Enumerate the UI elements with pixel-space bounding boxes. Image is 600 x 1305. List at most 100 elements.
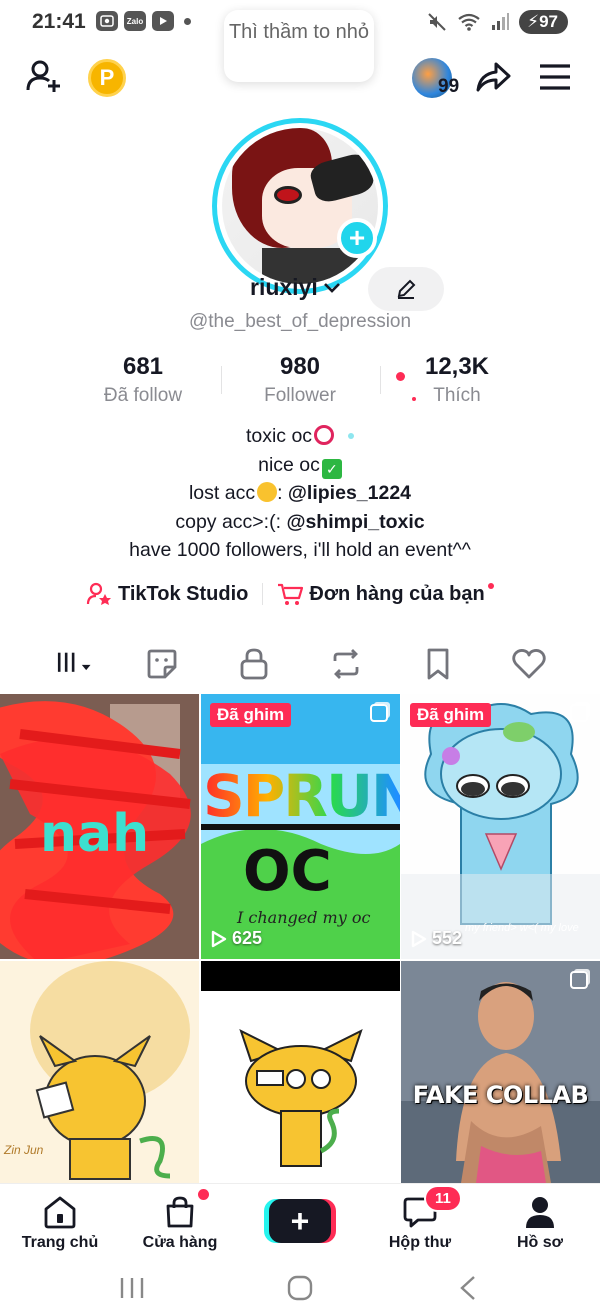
heart-icon: [512, 649, 546, 679]
bottom-navigation: Trang chủ Cửa hàng + Hộp thư Hồ sơ: [0, 1183, 600, 1257]
add-friend-icon[interactable]: [24, 56, 64, 96]
grid-filter-icon: [57, 652, 91, 672]
video-thumbnail[interactable]: FAKE COLLAB: [401, 961, 600, 1183]
friends-count-badge: 99: [438, 76, 460, 97]
video-thumbnail[interactable]: my friend> w<( my love Đã ghim 552: [401, 694, 600, 959]
battery-indicator: ⚡97: [519, 10, 568, 34]
nav-profile[interactable]: Hồ sơ: [480, 1192, 600, 1252]
more-notifications-dot: [184, 17, 191, 25]
content-tabs: [0, 640, 600, 688]
view-count-value: 625: [232, 928, 263, 948]
bio-text: lost acc: [188, 482, 256, 504]
home-icon: [44, 1196, 76, 1229]
shop-notification-dot: [198, 1189, 209, 1200]
tear-smile-icon: [257, 482, 278, 502]
stat-label: Follower: [264, 385, 336, 406]
shopping-bag-icon: [166, 1196, 194, 1228]
username-row[interactable]: riuxiyi: [250, 274, 342, 301]
bio-line: have 1000 followers, i'll hold an event^…: [129, 539, 471, 561]
stat-label: Thích: [433, 385, 481, 406]
profile-links: TikTok Studio Đơn hàng của bạn: [86, 582, 494, 606]
notification-dot: [487, 583, 494, 589]
sparkle-dot: [396, 372, 405, 381]
status-time: 21:41: [32, 10, 86, 33]
link-label: Đơn hàng của bạn: [309, 582, 485, 605]
cart-icon: [278, 583, 304, 605]
status-system-icons: ⚡97: [427, 10, 568, 34]
profile-icon: [526, 1197, 554, 1228]
mute-icon: [428, 13, 446, 31]
nav-label: Trang chủ: [21, 1234, 99, 1251]
bookmark-icon: [427, 648, 449, 680]
video-thumbnail[interactable]: SPRUNK OC I changed my oc Đã ghim 625: [201, 694, 400, 959]
nav-shop[interactable]: Cửa hàng: [120, 1192, 240, 1252]
tiktok-studio-link[interactable]: TikTok Studio: [86, 582, 248, 606]
system-navigation-bar: [0, 1262, 600, 1305]
nav-home[interactable]: Trang chủ: [0, 1192, 120, 1252]
check-mark-icon: ✓: [321, 458, 342, 479]
pinned-badge: Đã ghim: [410, 703, 492, 727]
stat-followers[interactable]: 980 Follower: [215, 352, 385, 408]
mention-link[interactable]: @shimpi_toxic: [286, 511, 424, 533]
stat-value: 681: [122, 353, 164, 380]
thumbnail-title: SPRUNK: [203, 762, 400, 830]
edit-profile-button[interactable]: [368, 267, 444, 311]
thumbnail-caption: I changed my oc: [237, 908, 371, 927]
battery-level: 97: [539, 12, 558, 31]
username: riuxiyi: [250, 274, 318, 300]
stat-following[interactable]: 681 Đã follow: [58, 352, 228, 408]
thumbnail-caption: my friend> w<( my love: [465, 922, 579, 934]
video-thumbnail[interactable]: [201, 961, 400, 1183]
bio-line: nice oc ✓: [0, 451, 600, 480]
add-story-button[interactable]: +: [337, 218, 377, 258]
tab-favorites[interactable]: [418, 644, 458, 684]
stat-value: 980: [279, 353, 321, 380]
back-icon[interactable]: [456, 1275, 480, 1301]
wifi-icon: [458, 13, 480, 31]
menu-icon[interactable]: [538, 62, 572, 92]
coin-icon[interactable]: P: [88, 59, 126, 97]
stat-label: Đã follow: [103, 385, 183, 406]
tab-liked[interactable]: [509, 644, 549, 684]
thumbnail-subtitle: OC: [243, 839, 332, 904]
lock-icon: [240, 648, 268, 680]
battery-icon: ⚡: [527, 12, 540, 31]
home-button-icon[interactable]: [286, 1275, 314, 1301]
signal-icon: [492, 13, 510, 30]
inbox-unread-badge: 11: [424, 1185, 462, 1212]
sparkle-dot: [348, 433, 355, 439]
sparkle-dot: [412, 397, 416, 401]
scribble-text: nah: [40, 804, 150, 864]
play-icon: [211, 930, 227, 947]
tab-reposts[interactable]: [326, 644, 366, 684]
video-thumbnail[interactable]: nah: [0, 694, 199, 959]
thumbnail-art: [201, 961, 400, 1183]
gallery-icon: [96, 11, 118, 31]
bio-line: copy acc>:(: @shimpi_toxic: [0, 508, 600, 537]
status-notification-icons: Zalo: [96, 11, 191, 31]
nav-label: Cửa hàng: [142, 1234, 218, 1251]
avatar[interactable]: [222, 128, 378, 284]
tab-videos[interactable]: [54, 644, 94, 684]
mention-link[interactable]: @lipies_1224: [288, 482, 411, 504]
view-count: 552: [411, 928, 462, 949]
carousel-icon: [570, 971, 588, 989]
orders-link[interactable]: Đơn hàng của bạn: [277, 582, 494, 606]
tab-stickers[interactable]: [142, 644, 182, 684]
repost-icon: [333, 649, 359, 679]
view-count-value: 552: [432, 928, 463, 948]
nav-inbox[interactable]: Hộp thư: [360, 1192, 480, 1252]
video-thumbnail[interactable]: Zin Jun: [0, 961, 199, 1183]
share-icon[interactable]: [474, 58, 512, 96]
pinned-badge: Đã ghim: [210, 703, 292, 727]
link-label: TikTok Studio: [118, 582, 249, 605]
note-tooltip[interactable]: Thì thầm to nhỏ: [224, 10, 374, 82]
bio-line: lost acc: @lipies_1224: [188, 482, 412, 504]
carousel-icon: [370, 704, 388, 722]
thumbnail-art: [401, 694, 600, 959]
recent-apps-icon[interactable]: [118, 1276, 146, 1300]
view-count: 625: [211, 928, 262, 949]
tab-private[interactable]: [234, 644, 274, 684]
create-button[interactable]: +: [264, 1199, 336, 1243]
sticker-icon: [147, 649, 177, 679]
